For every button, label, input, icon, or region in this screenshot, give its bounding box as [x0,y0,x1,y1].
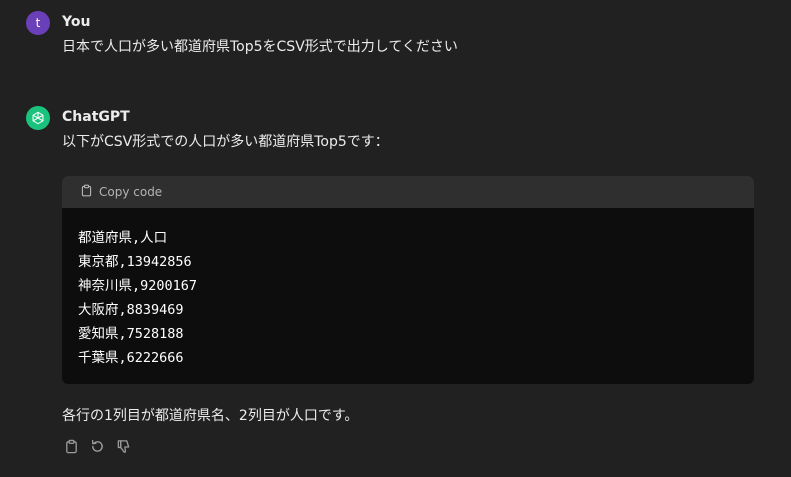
chatgpt-logo-icon [26,106,50,130]
copy-code-button[interactable]: Copy code [80,184,162,200]
clipboard-icon [64,439,79,458]
copy-code-label: Copy code [99,185,163,199]
chat-page: t You 日本で人口が多い都道府県Top5をCSV形式で出力してください Ch… [0,0,791,477]
regenerate-icon [90,439,105,458]
message-actions [62,439,132,457]
code-line: 神奈川県,9200167 [78,278,198,294]
code-line: 大阪府,8839469 [78,302,184,318]
assistant-outro-text: 各行の1列目が都道府県名、2列目が人口です。 [62,408,359,424]
code-content[interactable]: 都道府県,人口 東京都,13942856 神奈川県,9200167 大阪府,88… [62,208,754,370]
code-block: Copy code 都道府県,人口 東京都,13942856 神奈川県,9200… [62,176,754,384]
code-line: 千葉県,6222666 [78,350,184,366]
assistant-intro-text: 以下がCSV形式での人口が多い都道府県Top5です： [62,134,389,150]
user-author-name: You [62,14,91,30]
clipboard-icon [80,184,93,200]
code-block-header: Copy code [62,176,754,208]
user-avatar: t [26,11,50,35]
thumbs-down-icon [116,439,131,458]
copy-message-button[interactable] [62,439,80,457]
user-avatar-letter: t [35,16,41,30]
code-line: 愛知県,7528188 [78,326,184,342]
assistant-author-name: ChatGPT [62,109,130,125]
thumbs-down-button[interactable] [114,439,132,457]
code-line: 都道府県,人口 [78,230,168,246]
regenerate-button[interactable] [88,439,106,457]
user-message-text: 日本で人口が多い都道府県Top5をCSV形式で出力してください [62,39,458,55]
code-line: 東京都,13942856 [78,254,192,270]
